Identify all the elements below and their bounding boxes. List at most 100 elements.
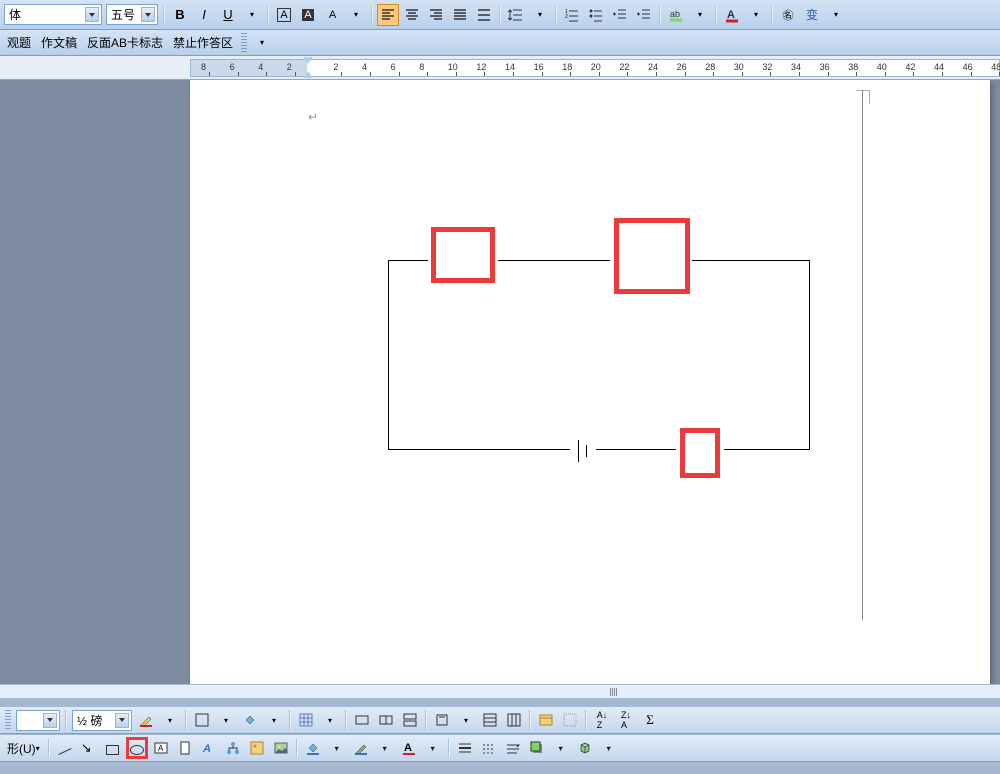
dash-style-button[interactable] (478, 737, 500, 759)
insert-table-button[interactable] (295, 709, 317, 731)
custom-toolbar: 观题 作文稿 反面AB卡标志 禁止作答区 ▾ (0, 30, 1000, 56)
fill-color-button[interactable] (239, 709, 261, 731)
sort-asc-button[interactable]: A↓Z (591, 709, 613, 731)
insert-picture-button[interactable] (270, 737, 292, 759)
border-button[interactable] (191, 709, 213, 731)
shadow-button[interactable] (526, 737, 548, 759)
chevron-down-icon[interactable] (141, 7, 155, 22)
abcard-button[interactable]: 反面AB卡标志 (82, 33, 168, 53)
italic-button[interactable]: I (193, 4, 215, 26)
textbox-button[interactable]: A (150, 737, 172, 759)
font-color-more-button[interactable]: ▾ (745, 4, 767, 26)
shadow-more-button[interactable]: ▾ (550, 737, 572, 759)
font-color-shape-more-button[interactable]: ▾ (422, 737, 444, 759)
line-style-dropdown[interactable] (16, 710, 60, 731)
line-spacing-button[interactable] (505, 4, 527, 26)
numbering-button[interactable]: 12 (561, 4, 583, 26)
align-top-button[interactable] (431, 709, 453, 731)
pen-color-more-button[interactable]: ▾ (159, 709, 181, 731)
distribute-rows-button[interactable] (479, 709, 501, 731)
first-line-indent-marker[interactable] (303, 57, 313, 67)
distribute-cols-button[interactable] (503, 709, 525, 731)
oval-tool-button[interactable] (126, 737, 148, 759)
fill-shape-more-button[interactable]: ▾ (326, 737, 348, 759)
document-viewport[interactable]: ↵ (0, 80, 1000, 684)
drawn-rectangle[interactable] (388, 260, 810, 450)
line-tool-button[interactable] (54, 737, 76, 759)
3d-more-button[interactable]: ▾ (598, 737, 620, 759)
font-shading-button[interactable]: A (297, 4, 319, 26)
vertical-textbox-button[interactable] (174, 737, 196, 759)
sort-desc-button[interactable]: Z↓A (615, 709, 637, 731)
font-family-dropdown[interactable]: 体 (4, 4, 102, 25)
arrow-tool-button[interactable] (78, 737, 100, 759)
bold-button[interactable]: B (169, 4, 191, 26)
ruler-number: 2 (333, 62, 338, 72)
increase-indent-button[interactable] (633, 4, 655, 26)
line-color-more-button[interactable]: ▾ (374, 737, 396, 759)
orgchart-button[interactable] (222, 737, 244, 759)
noanswer-button[interactable]: 禁止作答区 (168, 33, 238, 53)
align-left-button[interactable] (377, 4, 399, 26)
align-right-button[interactable] (425, 4, 447, 26)
underline-button[interactable]: U (217, 4, 239, 26)
distribute-button[interactable] (473, 4, 495, 26)
line-color-button[interactable] (350, 737, 372, 759)
bottom-toolbars: ½ 磅 ▾ ▾ ▾ ▾ ▾ A↓Z Z↓A Σ 形(U) ▾ (0, 706, 1000, 762)
splitter-grip-icon[interactable] (610, 688, 618, 696)
align-center-button[interactable] (401, 4, 423, 26)
border-more-button[interactable]: ▾ (215, 709, 237, 731)
toolbar-grip[interactable] (5, 710, 11, 730)
chevron-down-icon[interactable] (115, 713, 129, 728)
underline-style-button[interactable]: ▾ (241, 4, 263, 26)
align-more-button[interactable]: ▾ (455, 709, 477, 731)
3d-button[interactable] (574, 737, 596, 759)
split-cells-button[interactable] (375, 709, 397, 731)
highlight-button[interactable]: ab (665, 4, 687, 26)
split-table-button[interactable] (399, 709, 421, 731)
horizontal-ruler[interactable]: 8642246810121416182022242628303234363840… (190, 59, 1000, 77)
clipart-button[interactable] (246, 737, 268, 759)
line-spacing-more-button[interactable]: ▾ (529, 4, 551, 26)
asian-layout-button[interactable]: 变 (801, 4, 823, 26)
font-color-shape-button[interactable]: A (398, 737, 420, 759)
char-scale-more-button[interactable]: ▾ (345, 4, 367, 26)
toolbar-options-button[interactable]: ▾ (251, 32, 273, 54)
line-weight-dropdown[interactable]: ½ 磅 (72, 710, 132, 731)
char-scale-button[interactable]: A (321, 4, 343, 26)
battery-symbol[interactable] (578, 440, 598, 462)
paint-bucket-icon (305, 740, 321, 756)
separator (555, 5, 557, 25)
hide-gridlines-button[interactable] (559, 709, 581, 731)
phonetic-button[interactable]: ㊔ (777, 4, 799, 26)
arrow-style-button[interactable] (502, 737, 524, 759)
merge-cells-button[interactable] (351, 709, 373, 731)
rectangle-tool-button[interactable] (102, 737, 124, 759)
font-border-button[interactable]: A (273, 4, 295, 26)
wordart-button[interactable]: A (198, 737, 220, 759)
autoformat-button[interactable] (535, 709, 557, 731)
horizontal-scrollbar[interactable] (0, 684, 1000, 698)
font-size-dropdown[interactable]: 五号 (106, 4, 158, 25)
essay-button[interactable]: 作文稿 (36, 33, 82, 53)
align-justify-button[interactable] (449, 4, 471, 26)
separator (585, 710, 587, 730)
pen-color-button[interactable] (135, 709, 157, 731)
page[interactable]: ↵ (190, 80, 990, 684)
chevron-down-icon[interactable] (43, 713, 57, 728)
decrease-indent-button[interactable] (609, 4, 631, 26)
autosum-button[interactable]: Σ (639, 709, 661, 731)
shapes-menu-button[interactable]: 形(U) ▾ (2, 738, 45, 758)
line-style-button[interactable] (454, 737, 476, 759)
fill-more-button[interactable]: ▾ (263, 709, 285, 731)
bullets-button[interactable] (585, 4, 607, 26)
fill-shape-button[interactable] (302, 737, 324, 759)
topic-button[interactable]: 观题 (2, 33, 36, 53)
chevron-down-icon[interactable] (85, 7, 99, 22)
toolbar-grip[interactable] (241, 33, 247, 53)
separator (185, 710, 187, 730)
table-more-button[interactable]: ▾ (319, 709, 341, 731)
font-color-button[interactable]: A (721, 4, 743, 26)
asian-more-button[interactable]: ▾ (825, 4, 847, 26)
highlight-more-button[interactable]: ▾ (689, 4, 711, 26)
